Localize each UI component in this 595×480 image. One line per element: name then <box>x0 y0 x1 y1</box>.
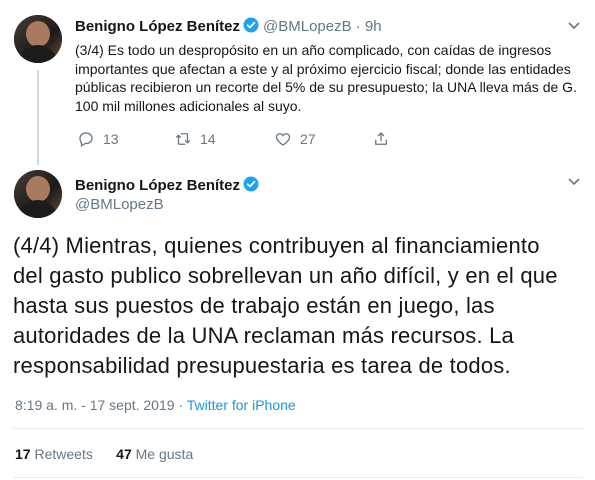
retweets-count: 17 <box>15 446 31 462</box>
meta-separator: · <box>178 397 184 413</box>
verified-badge-icon <box>243 176 259 192</box>
retweet-icon <box>175 133 191 145</box>
reply-context-tweet[interactable]: Benigno López Benítez @BMLopezB · 9h (3/4… <box>0 0 595 165</box>
share-button[interactable] <box>372 130 398 148</box>
author-name-row: Benigno López Benítez <box>75 175 263 194</box>
retweet-count: 14 <box>200 131 216 147</box>
header-separator: · <box>355 18 361 35</box>
tweet-meta: 8:19 a. m. - 17 sept. 2019 · Twitter for… <box>15 397 296 413</box>
retweets-label: Retweets <box>34 446 93 462</box>
retweets-stat[interactable]: 17 Retweets <box>15 446 93 462</box>
divider <box>13 477 583 478</box>
share-icon <box>375 132 387 145</box>
like-button[interactable]: 27 <box>274 130 316 148</box>
reply-button[interactable]: 13 <box>77 130 119 148</box>
chevron-down-icon[interactable] <box>567 21 581 31</box>
thread-connector-line <box>37 70 39 165</box>
tweet-source-link[interactable]: Twitter for iPhone <box>187 397 296 413</box>
divider <box>13 428 583 429</box>
main-tweet: Benigno López Benítez @BMLopezB (4/4) Mi… <box>0 165 595 480</box>
like-icon <box>275 133 291 146</box>
reply-icon <box>79 132 93 147</box>
author-handle[interactable]: @BMLopezB <box>75 196 164 213</box>
chevron-down-icon[interactable] <box>567 177 581 187</box>
likes-label: Me gusta <box>135 446 194 462</box>
avatar[interactable] <box>14 170 62 218</box>
author-handle[interactable]: @BMLopezB <box>263 18 352 35</box>
likes-stat[interactable]: 47 Me gusta <box>116 446 193 462</box>
retweet-button[interactable]: 14 <box>174 130 216 148</box>
tweet-text: (3/4) Es todo un despropósito en un año … <box>75 42 577 114</box>
avatar[interactable] <box>14 15 62 63</box>
verified-badge-icon <box>243 17 259 33</box>
author-name[interactable]: Benigno López Benítez <box>75 18 240 35</box>
author-name[interactable]: Benigno López Benítez <box>75 177 240 194</box>
tweet-timestamp[interactable]: 8:19 a. m. - 17 sept. 2019 <box>15 397 175 413</box>
tweet-header: Benigno López Benítez @BMLopezB · 9h <box>75 16 382 35</box>
like-count: 27 <box>300 131 316 147</box>
reply-count: 13 <box>103 131 119 147</box>
likes-count: 47 <box>116 446 132 462</box>
tweet-time[interactable]: 9h <box>365 18 382 35</box>
tweet-text: (4/4) Mientras, quienes contribuyen al f… <box>13 233 558 378</box>
tweet-stats: 17 Retweets 47 Me gusta <box>15 446 193 462</box>
